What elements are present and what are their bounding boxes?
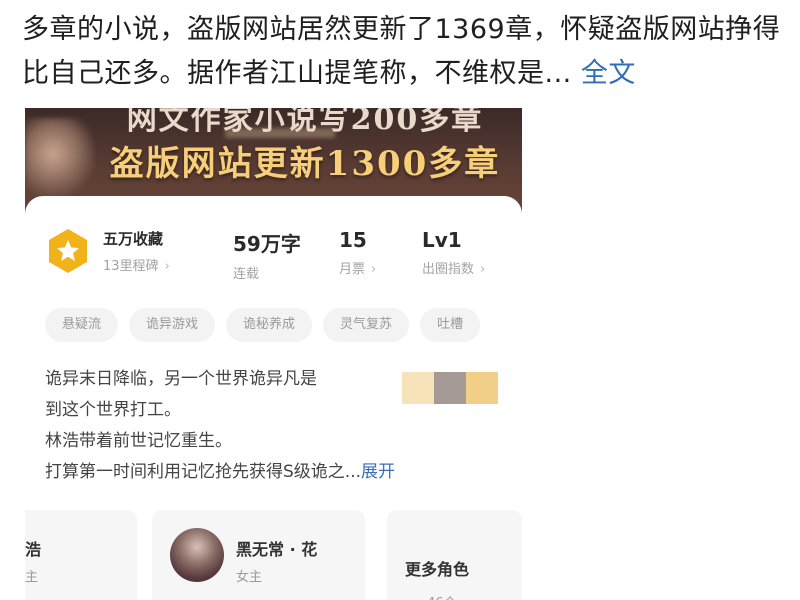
- character-avatar: [170, 528, 224, 582]
- character-name: 浩: [25, 540, 42, 559]
- stat-monthly-tickets[interactable]: 15 月票 ›: [339, 228, 376, 277]
- character-card[interactable]: 黑无常 · 花 女主: [152, 510, 365, 600]
- chevron-right-icon: ›: [164, 259, 170, 274]
- tag-chip[interactable]: 吐槽: [420, 308, 481, 342]
- monthly-tickets-label: 月票: [339, 262, 366, 277]
- tag-chip[interactable]: 灵气复苏: [323, 308, 410, 342]
- embedded-screenshot[interactable]: 网文作家小说写200多章 盗版网站更新1300多章 五万收藏 13里程碑 › 59…: [25, 108, 522, 600]
- post-text: 多章的小说，盗版网站居然更新了1369章，怀疑盗版网站挣得比自己还多。据作者江山…: [22, 8, 792, 96]
- more-characters-label: 更多角色: [405, 560, 470, 579]
- book-info-card: 五万收藏 13里程碑 › 59万字 连载 15 月票 › Lv1 出圈指数 › 悬疑流…: [25, 196, 522, 496]
- mosaic-censor-block: [402, 372, 434, 404]
- stat-favorites[interactable]: 五万收藏 13里程碑 ›: [103, 228, 170, 274]
- more-characters-count: 46个: [427, 592, 457, 600]
- favorites-badge-icon: [49, 229, 87, 273]
- word-count-label: 连载: [233, 267, 260, 282]
- description-line: 林浩带着前世记忆重生。: [45, 431, 232, 451]
- more-characters-button[interactable]: 更多角色 46个: [387, 510, 522, 600]
- favorites-value: 五万收藏: [103, 230, 164, 248]
- mosaic-censor-block: [466, 372, 498, 404]
- monthly-tickets-value: 15: [339, 228, 367, 252]
- character-role: 主: [25, 570, 39, 585]
- expand-description-link[interactable]: 展开: [361, 462, 395, 482]
- level-label: 出圈指数: [422, 262, 475, 277]
- character-name: 黑无常 · 花: [236, 540, 318, 559]
- character-list: 浩 主 黑无常 · 花 女主 更多角色 46个: [25, 510, 522, 600]
- tag-chip[interactable]: 诡异游戏: [129, 308, 216, 342]
- post-body: 多章的小说，盗版网站居然更新了1369章，怀疑盗版网站挣得比自己还多。据作者江山…: [22, 14, 781, 89]
- banner-headline-main: 盗版网站更新1300多章: [109, 144, 501, 184]
- character-card-partial[interactable]: 浩 主: [25, 510, 137, 600]
- level-value: Lv1: [422, 228, 462, 252]
- description-line: 打算第一时间利用记忆抢先获得S级诡之...: [45, 462, 362, 482]
- chevron-right-icon: ›: [371, 262, 377, 277]
- favorites-label: 13里程碑: [103, 259, 159, 274]
- chevron-right-icon: ›: [480, 262, 486, 277]
- expand-full-text-link[interactable]: 全文: [581, 58, 636, 89]
- stat-level[interactable]: Lv1 出圈指数 ›: [422, 228, 485, 277]
- character-role: 女主: [236, 570, 263, 585]
- tag-list: 悬疑流 诡异游戏 诡秘养成 灵气复苏 吐槽: [45, 308, 522, 342]
- word-count-value: 59万字: [233, 232, 301, 256]
- tag-chip[interactable]: 诡秘养成: [226, 308, 313, 342]
- mosaic-censor-block: [434, 372, 466, 404]
- stat-word-count: 59万字 连载: [233, 228, 301, 282]
- tag-chip[interactable]: 悬疑流: [45, 308, 119, 342]
